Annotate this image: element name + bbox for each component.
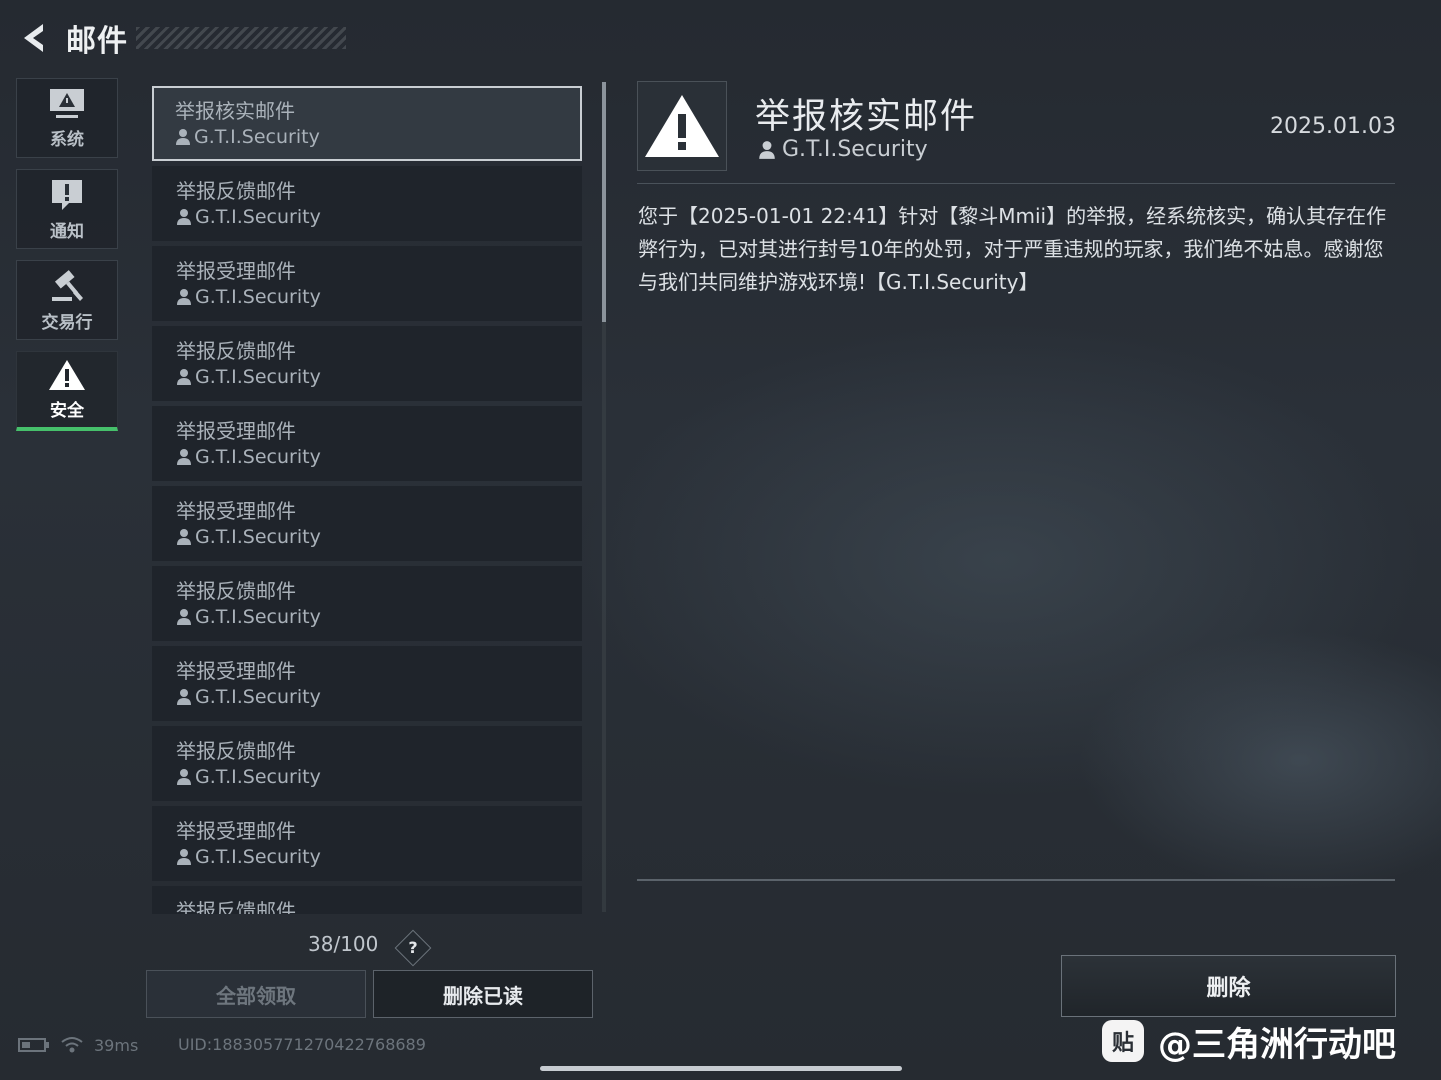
nav-item-trading[interactable]: 交易行 (16, 260, 118, 340)
person-icon (176, 528, 192, 546)
delete-read-button[interactable]: 删除已读 (373, 970, 593, 1018)
mail-item[interactable]: 举报受理邮件 G.T.I.Security (152, 806, 582, 881)
divider (637, 879, 1395, 881)
person-icon (176, 448, 192, 466)
list-scrollbar[interactable] (602, 82, 606, 912)
mail-sender: G.T.I.Security (175, 124, 580, 150)
mail-sender-name: G.T.I.Security (195, 206, 321, 228)
help-button[interactable]: ? (394, 929, 432, 967)
mail-subject: 举报受理邮件 (176, 659, 296, 683)
divider (637, 183, 1395, 184)
ping-value: 39ms (94, 1035, 139, 1055)
mail-detail-sender-name: G.T.I.Security (782, 137, 928, 162)
mail-subject: 举报受理邮件 (176, 499, 296, 523)
mail-item[interactable]: 举报受理邮件 G.T.I.Security (152, 406, 582, 481)
person-icon (176, 368, 192, 386)
mail-item[interactable]: 举报反馈邮件 (152, 886, 582, 914)
mail-sender: G.T.I.Security (176, 684, 581, 710)
mail-item[interactable]: 举报反馈邮件 G.T.I.Security (152, 566, 582, 641)
tieba-logo: 贴 (1102, 1020, 1144, 1062)
mail-sender: G.T.I.Security (176, 364, 581, 390)
nav-label: 通知 (50, 221, 84, 242)
mail-sender-name: G.T.I.Security (195, 766, 321, 788)
mail-item[interactable]: 举报受理邮件 G.T.I.Security (152, 246, 582, 321)
person-icon (175, 128, 191, 146)
person-icon (176, 208, 192, 226)
mail-detail-title: 举报核实邮件 (755, 97, 978, 137)
nav-label: 交易行 (41, 312, 93, 333)
title-decoration (136, 27, 346, 49)
mail-item[interactable]: 举报受理邮件 G.T.I.Security (152, 646, 582, 721)
person-icon (176, 608, 192, 626)
person-icon (758, 140, 776, 160)
mail-date: 2025.01.03 (1270, 114, 1396, 139)
uid-label: UID:1883057712704227686​89 (178, 1035, 426, 1054)
gavel-icon (52, 269, 83, 301)
mail-subject: 举报受理邮件 (176, 819, 296, 843)
nav-item-notice[interactable]: 通知 (16, 169, 118, 249)
header: 邮件 (16, 16, 346, 60)
mail-sender: G.T.I.Security (176, 524, 581, 550)
page-title: 邮件 (66, 24, 128, 59)
mail-sender: G.T.I.Security (176, 204, 581, 230)
person-icon (176, 688, 192, 706)
mail-sender-name: G.T.I.Security (195, 526, 321, 548)
mail-item[interactable]: 举报受理邮件 G.T.I.Security (152, 486, 582, 561)
status-bar: 39ms (18, 1034, 138, 1056)
mail-sender-name: G.T.I.Security (195, 286, 321, 308)
mail-subject: 举报核实邮件 (175, 99, 295, 123)
back-button[interactable] (16, 18, 52, 58)
back-arrow-icon (24, 24, 43, 52)
nav-item-security[interactable]: 安全 (16, 351, 118, 431)
mail-subject: 举报反馈邮件 (176, 739, 296, 763)
person-icon (176, 288, 192, 306)
mail-item[interactable]: 举报反馈邮件 G.T.I.Security (152, 166, 582, 241)
help-icon: ? (408, 938, 418, 957)
mail-sender-name: G.T.I.Security (195, 606, 321, 628)
category-nav: 系统 通知 交易行 安全 (16, 78, 120, 442)
nav-item-system[interactable]: 系统 (16, 78, 118, 158)
mail-list[interactable]: 举报核实邮件 G.T.I.Security 举报反馈邮件 G.T.I.Secur… (152, 86, 586, 914)
mail-body: 您于【2025-01-01 22:41】针对【黎斗Mmii】的举报，经系统核实，… (638, 204, 1387, 294)
person-icon (176, 848, 192, 866)
notice-icon (52, 179, 82, 210)
mail-subject: 举报反馈邮件 (176, 339, 296, 363)
mail-subject: 举报反馈邮件 (176, 579, 296, 603)
scrollbar-thumb[interactable] (602, 82, 606, 322)
watermark: 贴 @三角洲行动吧 (1102, 1018, 1396, 1065)
person-icon (176, 768, 192, 786)
mail-item[interactable]: 举报反馈邮件 G.T.I.Security (152, 726, 582, 801)
mail-sender-name: G.T.I.Security (195, 446, 321, 468)
mail-subject: 举报反馈邮件 (176, 899, 296, 914)
watermark-text: @三角洲行动吧 (1158, 1024, 1396, 1065)
mail-sender: G.T.I.Security (176, 444, 581, 470)
mail-sender: G.T.I.Security (176, 764, 581, 790)
mail-item[interactable]: 举报核实邮件 G.T.I.Security (152, 86, 582, 161)
wifi-icon (61, 1037, 83, 1053)
mail-item[interactable]: 举报反馈邮件 G.T.I.Security (152, 326, 582, 401)
mail-subject: 举报受理邮件 (176, 419, 296, 443)
battery-icon (18, 1038, 49, 1052)
mail-sender: G.T.I.Security (176, 844, 581, 870)
mail-sender-name: G.T.I.Security (195, 686, 321, 708)
detail-category-icon (637, 81, 727, 171)
warning-triangle-icon (645, 95, 719, 157)
mail-sender-name: G.T.I.Security (195, 366, 321, 388)
mail-sender: G.T.I.Security (176, 284, 581, 310)
warning-triangle-icon (49, 360, 85, 390)
mail-sender-name: G.T.I.Security (194, 126, 320, 148)
mail-sender: G.T.I.Security (176, 604, 581, 630)
mail-detail-sender: G.T.I.Security (758, 137, 928, 162)
nav-label: 安全 (50, 401, 84, 421)
claim-all-button[interactable]: 全部领取 (146, 970, 366, 1018)
mail-subject: 举报反馈邮件 (176, 179, 296, 203)
nav-label: 系统 (50, 129, 84, 150)
monitor-warning-icon (50, 88, 84, 118)
home-indicator[interactable] (540, 1066, 902, 1071)
mail-sender-name: G.T.I.Security (195, 846, 321, 868)
delete-button[interactable]: 删除 (1061, 955, 1396, 1017)
mail-count: 38/100 (308, 932, 379, 956)
mail-subject: 举报受理邮件 (176, 259, 296, 283)
